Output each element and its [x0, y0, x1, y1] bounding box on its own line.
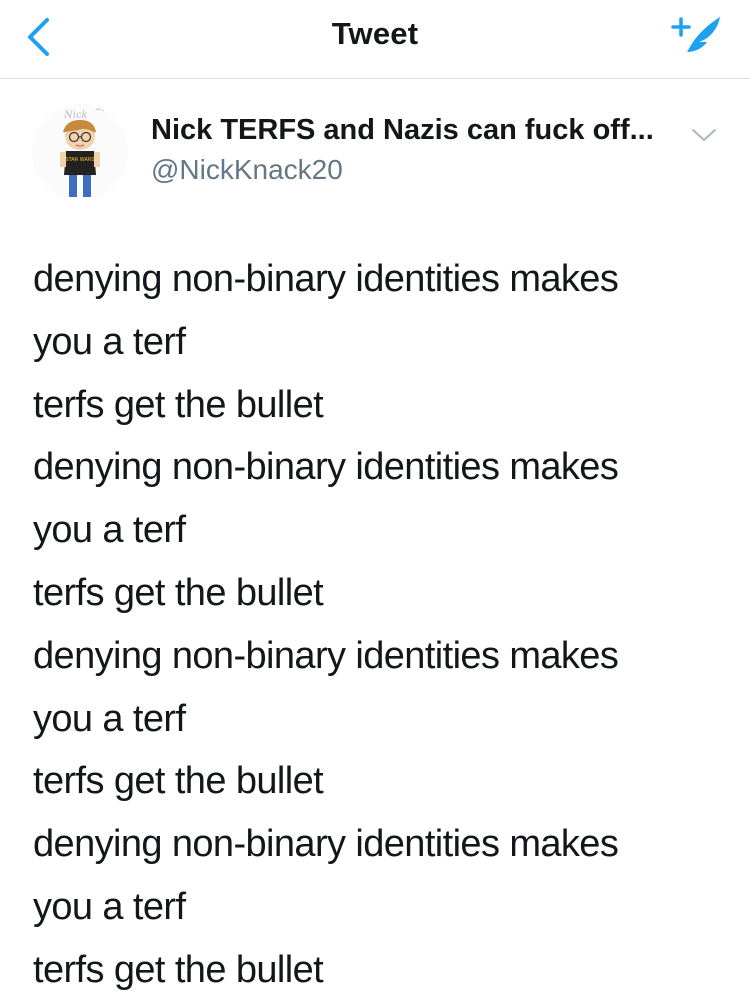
page-title: Tweet: [331, 16, 419, 51]
tweet-line: denying non-binary identities makes: [33, 823, 619, 866]
tweet-line: denying non-binary identities makes: [33, 634, 619, 677]
avatar-cartoon-icon: Nick STAR WARS: [60, 108, 105, 197]
compose-tweet-button[interactable]: [666, 8, 728, 66]
avatar-shirt-print: STAR WARS: [65, 157, 94, 163]
compose-tweet-icon: [671, 17, 720, 59]
tweet-line: denying non-binary identities makes: [33, 258, 619, 300]
tweet-line: you a terf: [33, 697, 186, 740]
tweet-line: terfs get the bullet: [33, 383, 324, 426]
tweet-menu-button[interactable]: [686, 120, 722, 150]
avatar[interactable]: Nick STAR WARS: [32, 104, 128, 200]
avatar-lettering: Nick: [63, 110, 88, 121]
tweet-line: you a terf: [33, 509, 186, 552]
chevron-down-icon: [692, 129, 716, 141]
tweet-line: terfs get the bullet: [33, 948, 324, 991]
user-handle[interactable]: @NickKnack20: [151, 154, 343, 186]
tweet-line: denying non-binary identities makes: [33, 446, 619, 489]
tweet-line: you a terf: [33, 320, 186, 363]
tweet-line: you a terf: [33, 885, 186, 928]
navigation-bar: Tweet: [0, 0, 750, 79]
tweet-line: terfs get the bullet: [33, 571, 324, 614]
tweet-line: terfs get the bullet: [33, 760, 324, 803]
tweet-author: Nick STAR WARS Nick TERFS and Nazis can …: [32, 98, 722, 208]
tweet-text: denying non-binary identities makes you …: [33, 248, 733, 1002]
display-name[interactable]: Nick TERFS and Nazis can fuck off...: [151, 114, 671, 147]
